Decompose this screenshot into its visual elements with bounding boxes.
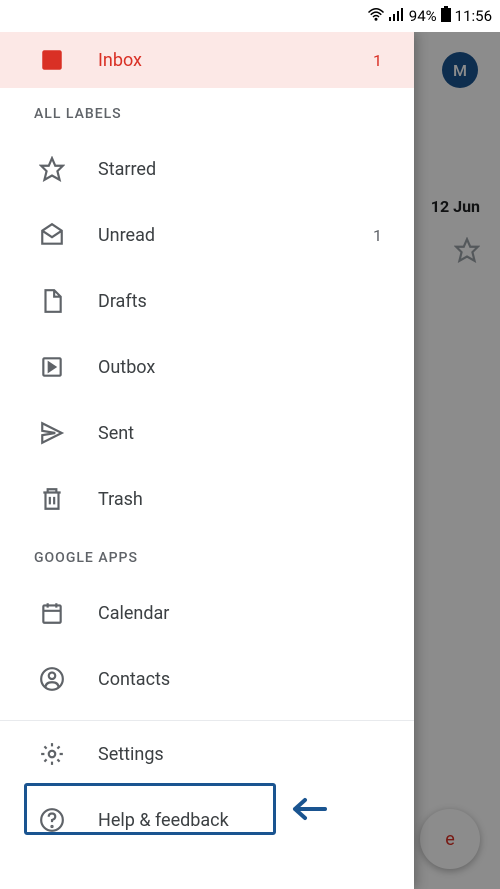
- status-bar: 94% 11:56: [0, 0, 500, 32]
- nav-label: Sent: [98, 423, 402, 444]
- section-google-apps: GOOGLE APPS: [0, 532, 414, 580]
- nav-item-drafts[interactable]: Drafts: [0, 268, 414, 334]
- star-icon: [38, 155, 66, 183]
- clock-time: 11:56: [455, 7, 492, 25]
- wifi-icon: [367, 7, 385, 25]
- nav-label: Settings: [98, 744, 402, 765]
- outbox-icon: [38, 353, 66, 381]
- nav-label: Calendar: [98, 603, 402, 624]
- help-icon: [38, 806, 66, 834]
- nav-item-inbox[interactable]: Inbox 1: [0, 32, 414, 88]
- nav-label: Help & feedback: [98, 810, 402, 831]
- battery-icon: [441, 6, 451, 26]
- battery-percent: 94%: [409, 7, 437, 25]
- status-icons: 94% 11:56: [367, 6, 492, 26]
- contacts-icon: [38, 665, 66, 693]
- nav-label: Trash: [98, 489, 402, 510]
- nav-label: Drafts: [98, 291, 402, 312]
- nav-label: Inbox: [98, 50, 373, 71]
- nav-drawer: Inbox 1 ALL LABELS Starred Unread 1 Draf…: [0, 32, 414, 889]
- nav-label: Contacts: [98, 669, 402, 690]
- nav-item-contacts[interactable]: Contacts: [0, 646, 414, 712]
- nav-item-starred[interactable]: Starred: [0, 136, 414, 202]
- nav-label: Starred: [98, 159, 402, 180]
- nav-item-outbox[interactable]: Outbox: [0, 334, 414, 400]
- section-all-labels: ALL LABELS: [0, 88, 414, 136]
- unread-icon: [38, 221, 66, 249]
- nav-item-settings[interactable]: Settings: [0, 721, 414, 787]
- nav-item-calendar[interactable]: Calendar: [0, 580, 414, 646]
- signal-icon: [389, 7, 405, 25]
- nav-item-trash[interactable]: Trash: [0, 466, 414, 532]
- nav-label: Unread: [98, 225, 373, 246]
- nav-item-sent[interactable]: Sent: [0, 400, 414, 466]
- nav-count: 1: [373, 226, 402, 245]
- gear-icon: [38, 740, 66, 768]
- annotation-arrow-icon: [287, 796, 327, 826]
- trash-icon: [38, 485, 66, 513]
- calendar-icon: [38, 599, 66, 627]
- inbox-icon: [38, 46, 66, 74]
- nav-item-unread[interactable]: Unread 1: [0, 202, 414, 268]
- nav-item-help[interactable]: Help & feedback: [0, 787, 414, 853]
- nav-label: Outbox: [98, 357, 402, 378]
- nav-count: 1: [373, 51, 402, 70]
- sent-icon: [38, 419, 66, 447]
- drafts-icon: [38, 287, 66, 315]
